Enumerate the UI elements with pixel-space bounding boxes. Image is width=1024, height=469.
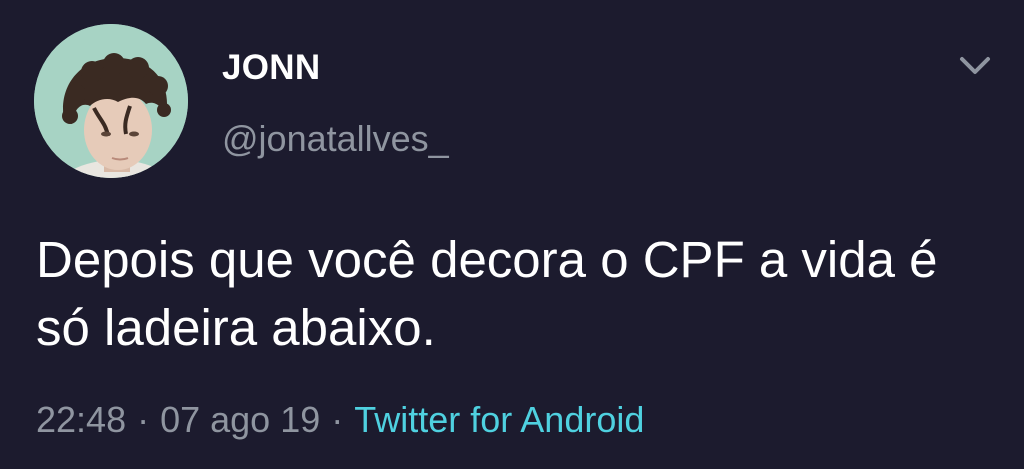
tweet-time[interactable]: 22:48 <box>36 399 126 440</box>
tweet-meta: 22:48 · 07 ago 19 · Twitter for Android <box>36 398 644 442</box>
tweet-source-link[interactable]: Twitter for Android <box>354 399 644 440</box>
avatar[interactable] <box>34 24 188 178</box>
tweet-card: JONN @jonatallves_ Depois que você decor… <box>0 0 1024 469</box>
tweet-date[interactable]: 07 ago 19 <box>160 399 320 440</box>
meta-separator: · <box>331 399 344 440</box>
display-name[interactable]: JONN <box>222 48 320 88</box>
chevron-down-icon[interactable] <box>954 50 996 84</box>
meta-separator: · <box>137 399 150 440</box>
avatar-image <box>34 24 188 178</box>
handle[interactable]: @jonatallves_ <box>222 118 449 160</box>
tweet-text: Depois que você decora o CPF a vida é só… <box>36 231 938 356</box>
